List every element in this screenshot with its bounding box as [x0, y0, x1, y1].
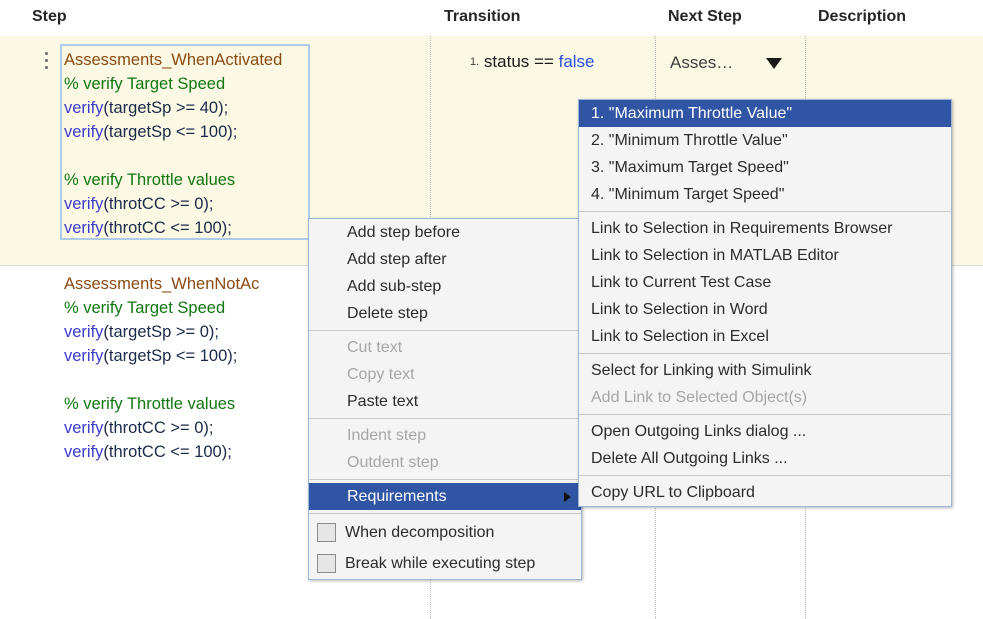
row-drag-handle[interactable]: [41, 52, 51, 74]
step-code-line: % verify Target Speed: [64, 72, 282, 96]
step-code-2[interactable]: Assessments_WhenNotAc% verify Target Spe…: [64, 272, 259, 464]
submenu-item-link-to-selection-in-matlab-editor[interactable]: Link to Selection in MATLAB Editor: [579, 242, 951, 269]
step-code-line: verify(throtCC <= 100);: [64, 440, 259, 464]
menu-separator: [579, 211, 951, 212]
menu-checkbox-label: Break while executing step: [345, 555, 535, 573]
step-code-line: [64, 368, 259, 392]
menu-item-label: Link to Selection in Excel: [591, 328, 769, 345]
menu-item-label: Indent step: [347, 427, 426, 444]
submenu-item-1-maximum-throttle-value[interactable]: 1. "Maximum Throttle Value": [579, 100, 951, 127]
menu-separator: [309, 330, 581, 331]
column-header-transition[interactable]: Transition: [444, 8, 520, 26]
transition-cell[interactable]: 1. status == false: [470, 52, 595, 72]
submenu-item-4-minimum-target-speed[interactable]: 4. "Minimum Target Speed": [579, 181, 951, 208]
menu-item-label: Copy text: [347, 366, 415, 383]
step-code-line: verify(targetSp <= 100);: [64, 344, 259, 368]
submenu-item-delete-all-outgoing-links[interactable]: Delete All Outgoing Links ...: [579, 445, 951, 472]
submenu-item-select-for-linking-with-simulink[interactable]: Select for Linking with Simulink: [579, 357, 951, 384]
menu-item-label: Delete step: [347, 305, 428, 322]
menu-checkbox-when-decomposition[interactable]: When decomposition: [309, 517, 581, 548]
menu-item-label: Copy URL to Clipboard: [591, 484, 755, 501]
menu-item-add-step-before[interactable]: Add step before: [309, 219, 581, 246]
menu-item-label: 1. "Maximum Throttle Value": [591, 105, 792, 122]
column-header-next-step[interactable]: Next Step: [668, 8, 742, 26]
menu-separator: [579, 414, 951, 415]
menu-separator: [579, 475, 951, 476]
step-code-line: % verify Throttle values: [64, 168, 282, 192]
menu-item-label: 3. "Maximum Target Speed": [591, 159, 789, 176]
menu-item-add-sub-step[interactable]: Add sub-step: [309, 273, 581, 300]
step-code-1[interactable]: Assessments_WhenActivated% verify Target…: [64, 48, 282, 240]
menu-separator: [309, 479, 581, 480]
submenu-item-link-to-selection-in-excel[interactable]: Link to Selection in Excel: [579, 323, 951, 350]
menu-item-cut-text: Cut text: [309, 334, 581, 361]
submenu-item-add-link-to-selected-object-s: Add Link to Selected Object(s): [579, 384, 951, 411]
menu-separator: [309, 418, 581, 419]
menu-item-delete-step[interactable]: Delete step: [309, 300, 581, 327]
step-code-line: verify(targetSp >= 40);: [64, 96, 282, 120]
table-header-row: Step Transition Next Step Description: [0, 0, 983, 35]
menu-item-label: Paste text: [347, 393, 418, 410]
menu-item-label: Requirements: [347, 488, 447, 505]
step-code-line: Assessments_WhenActivated: [64, 48, 282, 72]
menu-item-label: Select for Linking with Simulink: [591, 362, 812, 379]
menu-item-label: Outdent step: [347, 454, 439, 471]
submenu-item-link-to-current-test-case[interactable]: Link to Current Test Case: [579, 269, 951, 296]
menu-item-label: Link to Current Test Case: [591, 274, 771, 291]
menu-item-add-step-after[interactable]: Add step after: [309, 246, 581, 273]
step-code-line: [64, 144, 282, 168]
step-code-line: Assessments_WhenNotAc: [64, 272, 259, 296]
requirements-submenu[interactable]: 1. "Maximum Throttle Value" 2. "Minimum T…: [578, 99, 952, 507]
menu-item-label: Open Outgoing Links dialog ...: [591, 423, 806, 440]
submenu-item-2-minimum-throttle-value[interactable]: 2. "Minimum Throttle Value": [579, 127, 951, 154]
step-code-line: % verify Target Speed: [64, 296, 259, 320]
menu-item-label: Link to Selection in Word: [591, 301, 768, 318]
menu-separator: [579, 353, 951, 354]
submenu-item-copy-url-to-clipboard[interactable]: Copy URL to Clipboard: [579, 479, 951, 506]
menu-item-outdent-step: Outdent step: [309, 449, 581, 476]
menu-checkbox-label: When decomposition: [345, 524, 494, 542]
menu-item-indent-step: Indent step: [309, 422, 581, 449]
next-step-label: Asses…: [670, 53, 733, 73]
checkbox-icon[interactable]: [317, 523, 336, 542]
menu-item-label: Add step before: [347, 224, 460, 241]
menu-checkbox-break-while-executing-step[interactable]: Break while executing step: [309, 548, 581, 579]
menu-item-label: 2. "Minimum Throttle Value": [591, 132, 788, 149]
step-code-line: verify(targetSp >= 0);: [64, 320, 259, 344]
step-context-menu[interactable]: Add step before Add step after Add sub-ste…: [308, 218, 582, 580]
step-code-line: % verify Throttle values: [64, 392, 259, 416]
checkbox-icon[interactable]: [317, 554, 336, 573]
step-code-line: verify(targetSp <= 100);: [64, 120, 282, 144]
menu-item-label: Link to Selection in MATLAB Editor: [591, 247, 839, 264]
submenu-item-link-to-selection-in-word[interactable]: Link to Selection in Word: [579, 296, 951, 323]
menu-separator: [309, 513, 581, 514]
next-step-dropdown[interactable]: Asses…: [670, 50, 790, 76]
menu-item-paste-text[interactable]: Paste text: [309, 388, 581, 415]
chevron-down-icon[interactable]: [766, 58, 782, 69]
menu-item-label: Cut text: [347, 339, 402, 356]
submenu-item-link-to-selection-in-requirements-browser[interactable]: Link to Selection in Requirements Browse…: [579, 215, 951, 242]
transition-value: false: [559, 52, 595, 71]
chevron-right-icon: [564, 492, 571, 502]
menu-item-requirements[interactable]: Requirements: [309, 483, 581, 510]
transition-index: 1.: [470, 56, 479, 68]
step-code-line: verify(throtCC >= 0);: [64, 416, 259, 440]
menu-item-copy-text: Copy text: [309, 361, 581, 388]
menu-item-label: Add sub-step: [347, 278, 441, 295]
column-header-description[interactable]: Description: [818, 8, 906, 26]
submenu-item-3-maximum-target-speed[interactable]: 3. "Maximum Target Speed": [579, 154, 951, 181]
transition-expression: status ==: [484, 52, 554, 71]
column-header-step[interactable]: Step: [32, 8, 67, 26]
menu-item-label: Add Link to Selected Object(s): [591, 389, 807, 406]
step-code-line: verify(throtCC <= 100);: [64, 216, 282, 240]
menu-item-label: Add step after: [347, 251, 447, 268]
menu-item-label: 4. "Minimum Target Speed": [591, 186, 784, 203]
submenu-item-open-outgoing-links-dialog[interactable]: Open Outgoing Links dialog ...: [579, 418, 951, 445]
menu-item-label: Delete All Outgoing Links ...: [591, 450, 788, 467]
menu-item-label: Link to Selection in Requirements Browse…: [591, 220, 892, 237]
step-code-line: verify(throtCC >= 0);: [64, 192, 282, 216]
